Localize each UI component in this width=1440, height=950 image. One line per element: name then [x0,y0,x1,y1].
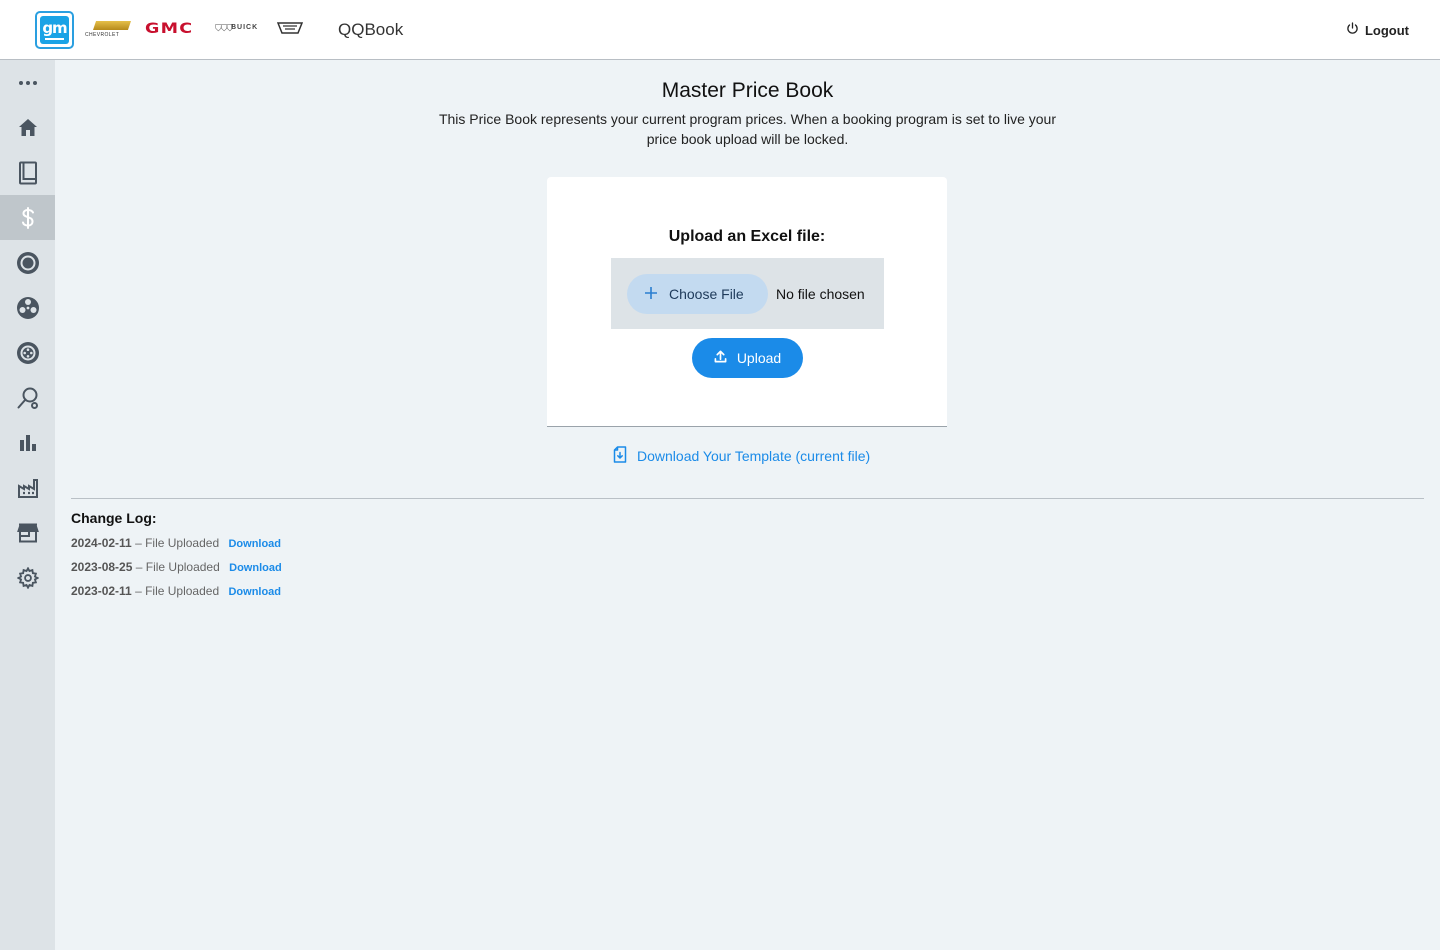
buick-logo-text: BUICK [231,24,259,31]
file-input[interactable]: Choose File No file chosen [611,258,884,329]
log-text: – File Uploaded [131,584,220,598]
logout-button[interactable]: Logout [1346,22,1409,38]
log-date: 2023-08-25 [71,560,133,574]
change-log-entry: 2024-02-11 – File Uploaded Download [71,536,281,550]
home-icon [18,118,38,137]
upload-card: Upload an Excel file: Choose File No fil… [547,177,947,427]
target-icon [16,251,40,275]
sidebar-item-store[interactable] [0,510,55,555]
gmc-logo-text: GMC [145,21,194,37]
cadillac-logo [277,18,305,42]
file-download-icon [613,446,627,466]
change-log-entry: 2023-02-11 – File Uploaded Download [71,584,281,598]
download-template-link[interactable]: Download Your Template (current file) [613,446,870,466]
log-date: 2024-02-11 [71,536,132,550]
upload-label: Upload [736,350,782,366]
log-download-link[interactable]: Download [229,562,282,574]
chevrolet-logo: CHEVROLET [85,18,135,42]
sidebar-item-pricing[interactable] [0,195,55,240]
gm-logo-text: gm [42,19,67,37]
sidebar-item-home[interactable] [0,105,55,150]
sidebar-item-tire[interactable] [0,330,55,375]
power-icon [1346,22,1359,38]
upload-button[interactable]: Upload [692,338,803,378]
app-title: QQBook [338,20,404,39]
sidebar-item-book[interactable] [0,150,55,195]
book-icon [18,161,38,185]
change-log-title: Change Log: [71,510,157,526]
download-template-label: Download Your Template (current file) [637,448,871,464]
sidebar-item-target[interactable] [0,240,55,285]
sidebar-item-wheel[interactable] [0,285,55,330]
bar-chart-icon [19,434,37,452]
sidebar-item-search-person[interactable] [0,375,55,420]
page-description: This Price Book represents your current … [438,111,1057,147]
top-header: gm CHEVROLET GMC ⛉⛉⛉ BUICK QQBook Logout [0,0,1440,60]
choose-file-button[interactable]: Choose File [627,274,768,314]
search-person-icon [16,386,40,410]
tire-icon [16,341,40,365]
chevrolet-logo-text: CHEVROLET [85,32,120,38]
divider [71,498,1424,499]
gm-logo[interactable]: gm [35,11,74,49]
store-icon [16,523,39,543]
log-text: – File Uploaded [131,536,220,550]
gmc-logo: GMC [145,18,207,42]
no-file-text: No file chosen [776,286,865,302]
factory-icon [17,477,39,499]
sidebar-item-reports[interactable] [0,420,55,465]
choose-file-label: Choose File [669,286,744,302]
log-text: – File Uploaded [132,560,220,574]
sidebar-item-settings[interactable] [0,555,55,600]
log-download-link[interactable]: Download [228,586,281,598]
log-date: 2023-02-11 [71,584,132,598]
plus-icon [645,286,657,302]
logout-label: Logout [1364,22,1409,38]
sidebar-item-factory[interactable] [0,465,55,510]
dollar-icon [21,206,35,229]
change-log-entry: 2023-08-25 – File Uploaded Download [71,560,282,574]
gear-icon [16,566,39,589]
page-title: Master Price Book [661,79,834,102]
log-download-link[interactable]: Download [228,538,281,550]
wheel-icon [16,296,40,320]
upload-label: Upload an Excel file: [668,228,826,245]
upload-icon [714,350,727,366]
sidebar [0,60,55,950]
buick-logo: ⛉⛉⛉ BUICK [215,23,259,33]
